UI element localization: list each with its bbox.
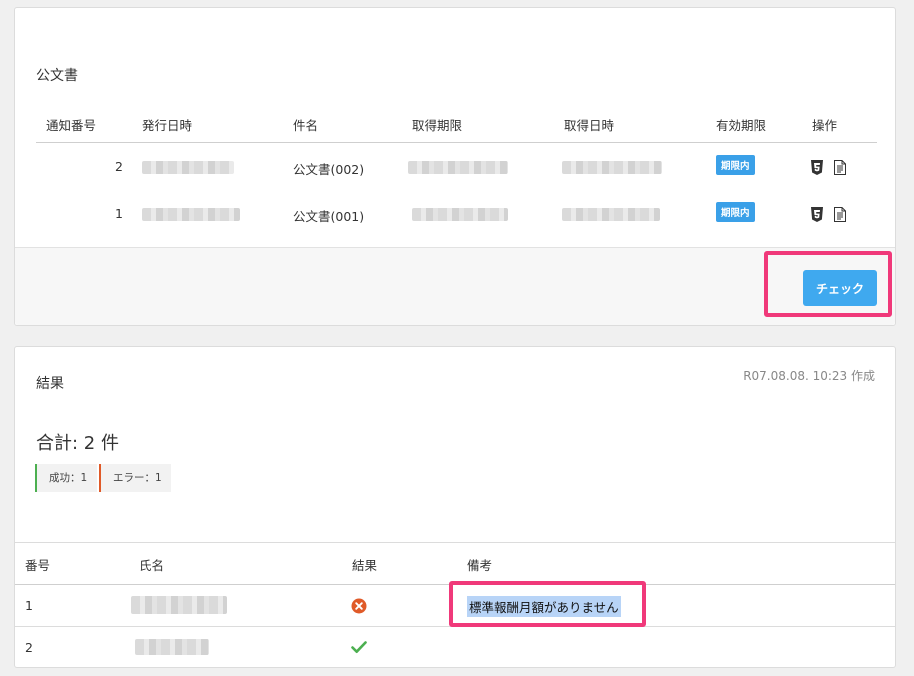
documents-title: 公文書 <box>36 68 78 84</box>
row-number: 2 <box>25 640 33 655</box>
col-fetch-deadline: 取得期限 <box>412 118 463 133</box>
col-issued-at: 発行日時 <box>142 118 193 133</box>
subject-link[interactable]: 公文書(001) <box>293 206 364 225</box>
col-notice-number: 通知番号 <box>46 118 97 133</box>
table-row: 2 <box>15 627 895 668</box>
created-timestamp: R07.08.08. 10:23 作成 <box>743 369 875 383</box>
col-number: 番号 <box>25 558 51 573</box>
notice-number: 2 <box>115 159 123 174</box>
col-fetched-at: 取得日時 <box>564 118 615 133</box>
check-button[interactable]: チェック <box>803 270 877 306</box>
document-icon[interactable] <box>834 207 846 222</box>
remark-text: 標準報酬月額がありません <box>467 596 621 617</box>
fetch-deadline-redacted <box>412 208 508 221</box>
col-name: 氏名 <box>139 558 165 573</box>
html5-icon[interactable] <box>811 207 823 222</box>
table-row: 2 公文書(002) 期限内 <box>36 143 877 190</box>
documents-table: 通知番号 発行日時 件名 取得期限 取得日時 有効期限 操作 2 公文書(002… <box>36 110 877 237</box>
col-validity: 有効期限 <box>716 118 767 133</box>
fetched-at-redacted <box>562 161 662 174</box>
subject-link[interactable]: 公文書(002) <box>293 159 364 178</box>
row-number: 1 <box>25 598 33 613</box>
error-icon <box>351 598 367 614</box>
results-table: 番号 氏名 結果 備考 1 標準報酬月額がありません 2 <box>15 542 895 668</box>
checkmark-icon <box>351 641 367 653</box>
col-remark: 備考 <box>467 558 493 573</box>
validity-badge: 期限内 <box>716 155 755 175</box>
fetch-deadline-redacted <box>408 161 508 174</box>
results-title: 結果 <box>36 376 64 392</box>
documents-card-footer <box>15 247 895 325</box>
name-redacted <box>131 596 227 614</box>
table-row: 1 公文書(001) 期限内 <box>36 190 877 237</box>
col-subject: 件名 <box>293 118 319 133</box>
html5-icon[interactable] <box>811 160 823 175</box>
fetched-at-redacted <box>562 208 660 221</box>
validity-badge: 期限内 <box>716 202 755 222</box>
documents-table-header: 通知番号 発行日時 件名 取得期限 取得日時 有効期限 操作 <box>36 110 877 143</box>
table-row: 1 標準報酬月額がありません <box>15 581 895 627</box>
document-icon[interactable] <box>834 160 846 175</box>
col-result: 結果 <box>352 558 378 573</box>
success-count-badge: 成功：1 <box>35 464 97 492</box>
col-operations: 操作 <box>812 118 838 133</box>
notice-number: 1 <box>115 206 123 221</box>
issued-at-redacted <box>142 208 240 221</box>
name-redacted <box>135 639 209 655</box>
issued-at-redacted <box>142 161 234 174</box>
total-count: 合計: 2 件 <box>36 433 119 454</box>
results-table-header: 番号 氏名 結果 備考 <box>15 542 895 585</box>
error-count-badge: エラー：1 <box>99 464 171 492</box>
results-card: 結果 R07.08.08. 10:23 作成 合計: 2 件 成功：1 エラー：… <box>14 346 896 668</box>
documents-card: 公文書 通知番号 発行日時 件名 取得期限 取得日時 有効期限 操作 2 公文書… <box>14 7 896 326</box>
